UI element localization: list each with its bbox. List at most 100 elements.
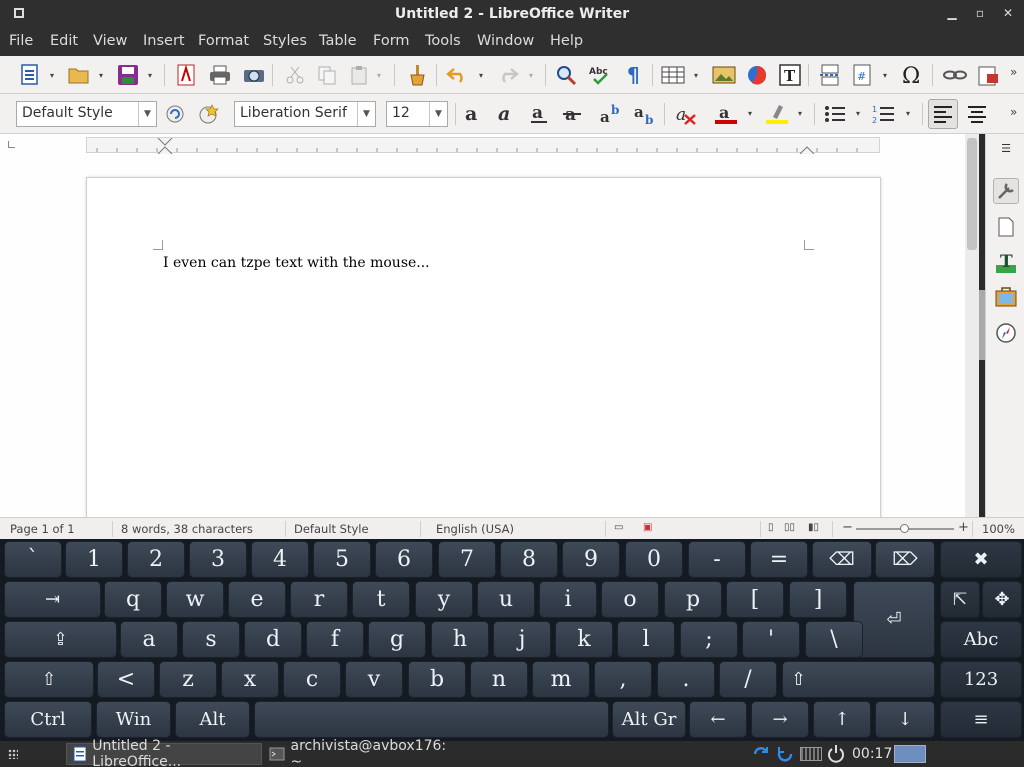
close-icon[interactable]: ✕ [1000, 5, 1016, 21]
print-preview-icon[interactable] [241, 62, 267, 88]
key-9[interactable]: 9 [562, 541, 620, 578]
taskbar-item-writer[interactable]: Untitled 2 - LibreOffice... [66, 738, 262, 767]
left-shift-key-icon[interactable]: ⇧ [4, 661, 94, 698]
zoom-slider[interactable] [856, 524, 954, 533]
key-slash[interactable]: / [719, 661, 777, 698]
new-document-icon[interactable] [17, 62, 43, 88]
key-j[interactable]: j [493, 621, 551, 658]
close-keyboard-icon[interactable]: ✖ [940, 541, 1022, 578]
align-left-icon[interactable] [928, 99, 958, 129]
alt-key[interactable]: Alt [175, 701, 250, 738]
key-period[interactable]: . [657, 661, 715, 698]
table-dropdown-icon[interactable]: ▾ [694, 72, 702, 80]
export-pdf-icon[interactable] [173, 62, 199, 88]
font-size-dropdown-icon[interactable]: ▼ [429, 102, 447, 126]
backspace-key-icon[interactable]: ⌫ [812, 541, 872, 578]
paste-icon[interactable] [346, 62, 372, 88]
menu-help[interactable]: Help [550, 33, 583, 49]
key-w[interactable]: w [166, 581, 224, 618]
key-l[interactable]: l [617, 621, 675, 658]
paragraph-style-dropdown-icon[interactable]: ▼ [138, 102, 156, 126]
toolbar-overflow-icon[interactable]: » [1010, 66, 1022, 78]
win-key[interactable]: Win [96, 701, 171, 738]
special-character-icon[interactable]: Ω [899, 62, 925, 88]
clock[interactable]: 00:17 [852, 746, 892, 762]
page-icon[interactable] [993, 214, 1019, 240]
field-dropdown-icon[interactable]: ▾ [883, 72, 891, 80]
key-r[interactable]: r [290, 581, 348, 618]
styles-icon[interactable]: T [993, 250, 1019, 276]
language[interactable]: English (USA) [436, 522, 514, 536]
zoom-slider-handle[interactable] [900, 524, 909, 533]
document-text[interactable]: I even can tzpe text with the mouse... [163, 255, 430, 271]
menu-table[interactable]: Table [319, 33, 357, 49]
key-3[interactable]: 3 [189, 541, 247, 578]
zoom-out-button[interactable]: − [842, 520, 853, 535]
underline-icon[interactable]: a [526, 101, 552, 127]
superscript-icon[interactable]: ab [598, 101, 624, 127]
new-dropdown-icon[interactable]: ▾ [50, 72, 58, 80]
insert-field-icon[interactable]: # [849, 62, 875, 88]
update-style-icon[interactable] [162, 101, 188, 127]
align-center-icon[interactable] [964, 101, 990, 127]
paragraph-style-combo[interactable]: Default Style ▼ [16, 101, 157, 127]
key-x[interactable]: x [221, 661, 279, 698]
footnote-icon[interactable] [975, 62, 1001, 88]
copy-icon[interactable] [314, 62, 340, 88]
insert-image-icon[interactable] [711, 62, 737, 88]
sync-icon[interactable] [752, 745, 770, 763]
redo-icon[interactable] [495, 62, 521, 88]
key-k[interactable]: k [555, 621, 613, 658]
menu-styles[interactable]: Styles [263, 33, 307, 49]
key-g[interactable]: g [368, 621, 426, 658]
ctrl-key[interactable]: Ctrl [4, 701, 92, 738]
arrow-down-key-icon[interactable]: ↓ [875, 701, 935, 738]
update-icon[interactable] [776, 745, 794, 763]
key-a[interactable]: a [120, 621, 178, 658]
key-apostrophe[interactable]: ' [742, 621, 800, 658]
vertical-scrollbar[interactable] [965, 134, 979, 517]
menu-view[interactable]: View [93, 33, 127, 49]
open-folder-icon[interactable] [66, 62, 92, 88]
strikethrough-icon[interactable]: a [559, 101, 585, 127]
insert-chart-icon[interactable] [744, 62, 770, 88]
key-n[interactable]: n [470, 661, 528, 698]
key-left-bracket[interactable]: [ [726, 581, 784, 618]
key-c[interactable]: c [283, 661, 341, 698]
key-m[interactable]: m [532, 661, 590, 698]
key-4[interactable]: 4 [251, 541, 309, 578]
clone-formatting-icon[interactable] [404, 62, 430, 88]
font-name-dropdown-icon[interactable]: ▼ [357, 102, 375, 126]
page-count[interactable]: Page 1 of 1 [10, 522, 75, 536]
key-v[interactable]: v [345, 661, 403, 698]
key-right-bracket[interactable]: ] [789, 581, 847, 618]
formatting-overflow-icon[interactable]: » [1010, 106, 1022, 118]
italic-icon[interactable]: a [493, 101, 519, 127]
alt-gr-key[interactable]: Alt Gr [612, 701, 686, 738]
undo-dropdown-icon[interactable]: ▾ [479, 72, 487, 80]
print-icon[interactable] [207, 62, 233, 88]
key-7[interactable]: 7 [438, 541, 496, 578]
arrow-right-key-icon[interactable]: → [751, 701, 809, 738]
key-p[interactable]: p [664, 581, 722, 618]
book-view-icon[interactable]: ▮▯ [808, 522, 819, 533]
numbered-list-icon[interactable]: 12 [871, 101, 897, 127]
delete-key-icon[interactable]: ⌦ [875, 541, 935, 578]
menu-window[interactable]: Window [477, 33, 534, 49]
key-equals[interactable]: = [750, 541, 808, 578]
key-d[interactable]: d [244, 621, 302, 658]
zoom-in-button[interactable]: + [958, 520, 969, 535]
insert-page-break-icon[interactable] [817, 62, 843, 88]
redo-dropdown-icon[interactable]: ▾ [529, 72, 537, 80]
keyboard-tray-icon[interactable] [800, 747, 822, 761]
space-key[interactable] [254, 701, 609, 738]
key-i[interactable]: i [539, 581, 597, 618]
right-shift-key-icon[interactable]: ⇧ [782, 661, 935, 698]
key-b[interactable]: b [408, 661, 466, 698]
arrow-up-key-icon[interactable]: ↑ [813, 701, 871, 738]
multi-page-view-icon[interactable]: ▯▯ [784, 522, 795, 533]
gallery-icon[interactable] [993, 284, 1019, 310]
font-color-dropdown-icon[interactable]: ▾ [748, 110, 756, 118]
caps-lock-key-icon[interactable]: ⇪ [4, 621, 117, 658]
key-t[interactable]: t [352, 581, 410, 618]
